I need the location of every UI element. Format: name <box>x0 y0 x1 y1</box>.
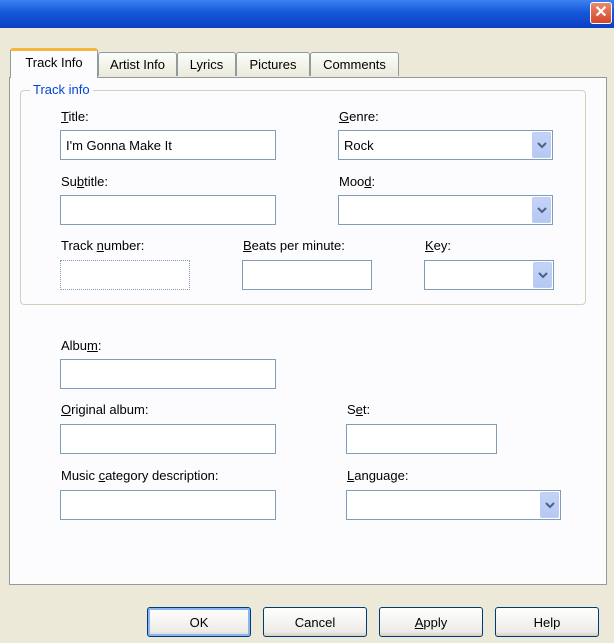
set-input[interactable] <box>346 424 497 454</box>
tab-track-info[interactable]: Track Info <box>10 48 98 78</box>
title-bar: ✕ <box>0 0 614 28</box>
close-icon: ✕ <box>594 4 608 21</box>
chevron-down-icon <box>538 272 548 279</box>
mood-label: Mood: <box>339 174 376 189</box>
cancel-button[interactable]: Cancel <box>263 607 367 637</box>
album-label: Album: <box>61 338 102 353</box>
track-number-input[interactable] <box>60 260 190 290</box>
tab-comments[interactable]: Comments <box>310 52 399 76</box>
title-label: Title: <box>61 109 89 124</box>
key-label: Key: <box>425 238 452 253</box>
mood-select[interactable] <box>338 195 553 225</box>
music-category-label: Music category description: <box>61 468 219 483</box>
chevron-down-icon <box>537 207 547 214</box>
key-dropdown-button[interactable] <box>533 262 552 288</box>
genre-label: Genre: <box>339 109 379 124</box>
language-label: Language: <box>347 468 409 483</box>
subtitle-label: Subtitle: <box>61 174 108 189</box>
tab-lyrics[interactable]: Lyrics <box>177 52 236 76</box>
ok-button[interactable]: OK <box>147 607 251 637</box>
chevron-down-icon <box>545 502 555 509</box>
music-category-input[interactable] <box>60 490 276 520</box>
album-input[interactable] <box>60 359 276 389</box>
subtitle-input[interactable] <box>60 195 276 225</box>
group-legend: Track info <box>30 82 93 97</box>
genre-value: Rock <box>344 138 374 153</box>
key-select[interactable] <box>424 260 554 290</box>
genre-select[interactable]: Rock <box>338 130 553 160</box>
language-dropdown-button[interactable] <box>540 492 559 518</box>
apply-button[interactable]: Apply <box>379 607 483 637</box>
mood-dropdown-button[interactable] <box>532 197 551 223</box>
tab-pictures[interactable]: Pictures <box>236 52 310 76</box>
close-button[interactable]: ✕ <box>590 2 612 24</box>
help-button[interactable]: Help <box>495 607 599 637</box>
tab-artist-info[interactable]: Artist Info <box>98 52 177 76</box>
track-number-label: Track number: <box>61 238 145 253</box>
title-input[interactable] <box>60 130 276 160</box>
original-album-label: Original album: <box>61 402 149 417</box>
set-label: Set: <box>347 402 371 417</box>
bpm-input[interactable] <box>242 260 372 290</box>
bpm-label: Beats per minute: <box>243 238 345 253</box>
genre-dropdown-button[interactable] <box>532 132 551 158</box>
original-album-input[interactable] <box>60 424 276 454</box>
chevron-down-icon <box>537 142 547 149</box>
language-select[interactable] <box>346 490 561 520</box>
